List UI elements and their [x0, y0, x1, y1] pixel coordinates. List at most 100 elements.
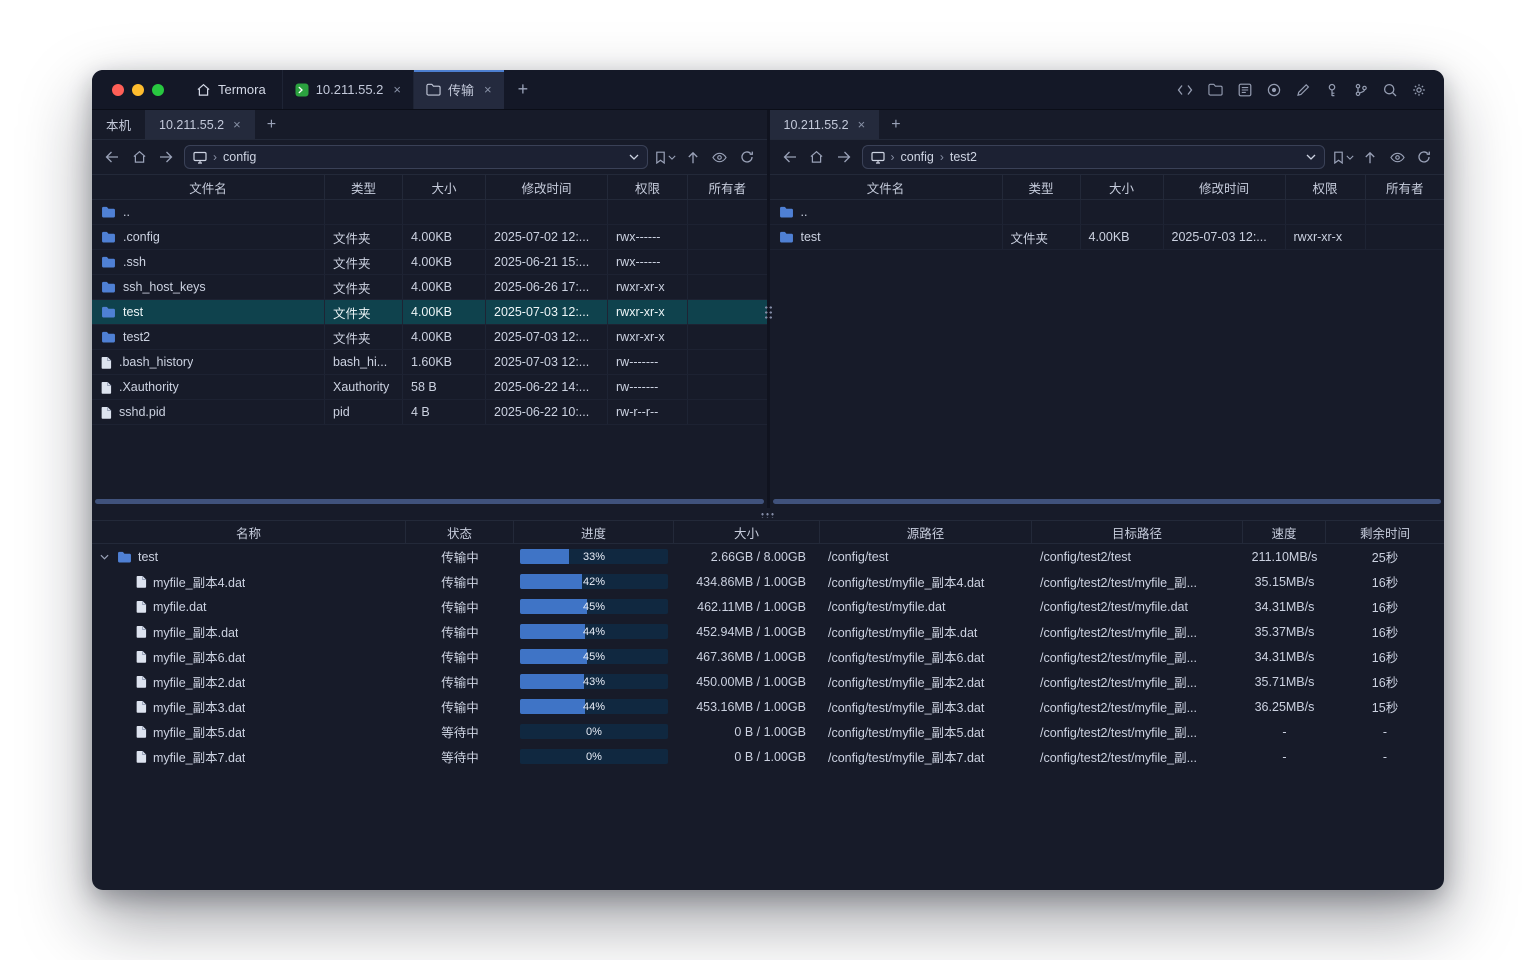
column-header-name[interactable]: 名称 — [92, 521, 406, 543]
tab-remote-host[interactable]: 10.211.55.2 × — [145, 110, 255, 139]
transfer-row[interactable]: myfile_副本5.dat 等待中 0% 0 B / 1.00GB /conf… — [92, 719, 1444, 744]
column-header-source[interactable]: 源路径 — [820, 521, 1032, 543]
forward-button[interactable] — [154, 145, 178, 169]
forward-button[interactable] — [832, 145, 856, 169]
column-header-size[interactable]: 大小 — [1081, 175, 1164, 199]
file-row[interactable]: .Xauthority Xauthority 58 B 2025-06-22 1… — [92, 375, 767, 400]
show-hidden-button[interactable] — [708, 145, 732, 169]
branch-icon[interactable] — [1354, 83, 1368, 97]
column-header-perm[interactable]: 权限 — [1286, 175, 1366, 199]
breadcrumb-segment[interactable]: test2 — [950, 150, 977, 164]
bookmark-button[interactable] — [654, 145, 678, 169]
file-size: 4.00KB — [403, 300, 486, 324]
breadcrumb-segment[interactable]: config — [223, 150, 256, 164]
close-window-button[interactable] — [112, 84, 124, 96]
tab-local[interactable]: 本机 — [92, 110, 145, 139]
transfer-row[interactable]: myfile_副本7.dat 等待中 0% 0 B / 1.00GB /conf… — [92, 744, 1444, 769]
new-panel-tab-button[interactable]: + — [255, 110, 288, 139]
file-row[interactable]: .config 文件夹 4.00KB 2025-07-02 12:... rwx… — [92, 225, 767, 250]
path-breadcrumb[interactable]: › config › test2 — [862, 145, 1326, 169]
column-header-type[interactable]: 类型 — [1003, 175, 1081, 199]
record-icon[interactable] — [1267, 83, 1281, 97]
column-header-speed[interactable]: 速度 — [1243, 521, 1326, 543]
close-icon[interactable]: × — [858, 118, 866, 131]
file-row[interactable]: .. — [770, 200, 1445, 225]
bookmark-button[interactable] — [1331, 145, 1355, 169]
breadcrumb-segment[interactable]: config — [901, 150, 934, 164]
titlebar-tab-transfer[interactable]: 传输 × — [413, 70, 504, 109]
refresh-button[interactable] — [1412, 145, 1436, 169]
transfer-row[interactable]: myfile_副本4.dat 传输中 42% 434.86MB / 1.00GB… — [92, 569, 1444, 594]
transfer-row[interactable]: myfile_副本.dat 传输中 44% 452.94MB / 1.00GB … — [92, 619, 1444, 644]
new-panel-tab-button[interactable]: + — [879, 110, 912, 139]
file-row[interactable]: test2 文件夹 4.00KB 2025-07-03 12:... rwxr-… — [92, 325, 767, 350]
home-button[interactable] — [127, 145, 151, 169]
transfer-row[interactable]: myfile_副本3.dat 传输中 44% 453.16MB / 1.00GB… — [92, 694, 1444, 719]
titlebar-tab-host[interactable]: 10.211.55.2 × — [282, 70, 413, 109]
transfer-name: myfile_副本7.dat — [153, 747, 245, 766]
transfer-row[interactable]: myfile_副本6.dat 传输中 45% 467.36MB / 1.00GB… — [92, 644, 1444, 669]
tab-label: 10.211.55.2 — [784, 118, 849, 132]
chevron-down-icon[interactable] — [629, 154, 639, 160]
chevron-down-icon[interactable] — [1306, 154, 1316, 160]
column-header-mtime[interactable]: 修改时间 — [486, 175, 608, 199]
new-titlebar-tab-button[interactable]: + — [504, 70, 543, 109]
app-tab-termora[interactable]: Termora — [180, 70, 282, 109]
transfer-speed: 211.10MB/s — [1243, 550, 1326, 564]
column-header-mtime[interactable]: 修改时间 — [1164, 175, 1286, 199]
tab-remote-host[interactable]: 10.211.55.2 × — [770, 110, 880, 139]
file-size: 4.00KB — [403, 250, 486, 274]
progress-label: 42% — [520, 574, 668, 589]
collapse-chevron-icon[interactable] — [100, 554, 111, 560]
upload-button[interactable] — [1358, 145, 1382, 169]
key-icon[interactable] — [1325, 83, 1339, 97]
edit-icon[interactable] — [1296, 83, 1310, 97]
close-icon[interactable]: × — [233, 118, 241, 131]
refresh-button[interactable] — [735, 145, 759, 169]
file-row[interactable]: .bash_history bash_hi... 1.60KB 2025-07-… — [92, 350, 767, 375]
back-button[interactable] — [778, 145, 802, 169]
file-row[interactable]: .ssh 文件夹 4.00KB 2025-06-21 15:... rwx---… — [92, 250, 767, 275]
splitter-grip[interactable] — [760, 512, 776, 518]
column-header-owner[interactable]: 所有者 — [1366, 175, 1445, 199]
column-header-owner[interactable]: 所有者 — [688, 175, 767, 199]
transfer-row[interactable]: myfile.dat 传输中 45% 462.11MB / 1.00GB /co… — [92, 594, 1444, 619]
column-header-progress[interactable]: 进度 — [514, 521, 674, 543]
column-header-perm[interactable]: 权限 — [608, 175, 688, 199]
folder-icon — [101, 231, 116, 243]
file-owner — [688, 200, 767, 224]
back-button[interactable] — [100, 145, 124, 169]
transfer-splitter[interactable] — [92, 508, 1444, 520]
zoom-window-button[interactable] — [152, 84, 164, 96]
column-header-name[interactable]: 文件名 — [770, 175, 1003, 199]
file-row-selected[interactable]: test 文件夹 4.00KB 2025-07-03 12:... rwxr-x… — [92, 300, 767, 325]
file-row[interactable]: test 文件夹 4.00KB 2025-07-03 12:... rwxr-x… — [770, 225, 1445, 250]
transfer-row[interactable]: myfile_副本2.dat 传输中 43% 450.00MB / 1.00GB… — [92, 669, 1444, 694]
transfer-row-parent[interactable]: test 传输中 33% 2.66GB / 8.00GB /config/tes… — [92, 544, 1444, 569]
show-hidden-button[interactable] — [1385, 145, 1409, 169]
gear-icon[interactable] — [1412, 83, 1426, 97]
column-header-type[interactable]: 类型 — [325, 175, 403, 199]
file-row[interactable]: .. — [92, 200, 767, 225]
file-row[interactable]: ssh_host_keys 文件夹 4.00KB 2025-06-26 17:.… — [92, 275, 767, 300]
minimize-window-button[interactable] — [132, 84, 144, 96]
horizontal-scrollbar[interactable] — [95, 499, 764, 504]
path-breadcrumb[interactable]: › config — [184, 145, 648, 169]
code-icon[interactable] — [1177, 84, 1193, 96]
log-icon[interactable] — [1238, 83, 1252, 97]
folder-icon[interactable] — [1208, 83, 1223, 96]
column-header-size[interactable]: 大小 — [674, 521, 820, 543]
search-icon[interactable] — [1383, 83, 1397, 97]
column-header-size[interactable]: 大小 — [403, 175, 486, 199]
horizontal-scrollbar[interactable] — [773, 499, 1442, 504]
file-row[interactable]: sshd.pid pid 4 B 2025-06-22 10:... rw-r-… — [92, 400, 767, 425]
close-icon[interactable]: × — [393, 83, 401, 96]
close-icon[interactable]: × — [484, 83, 492, 96]
column-header-name[interactable]: 文件名 — [92, 175, 325, 199]
file-name: test — [123, 305, 143, 319]
upload-button[interactable] — [681, 145, 705, 169]
column-header-target[interactable]: 目标路径 — [1032, 521, 1243, 543]
home-button[interactable] — [805, 145, 829, 169]
column-header-eta[interactable]: 剩余时间 — [1326, 521, 1444, 543]
column-header-status[interactable]: 状态 — [406, 521, 514, 543]
